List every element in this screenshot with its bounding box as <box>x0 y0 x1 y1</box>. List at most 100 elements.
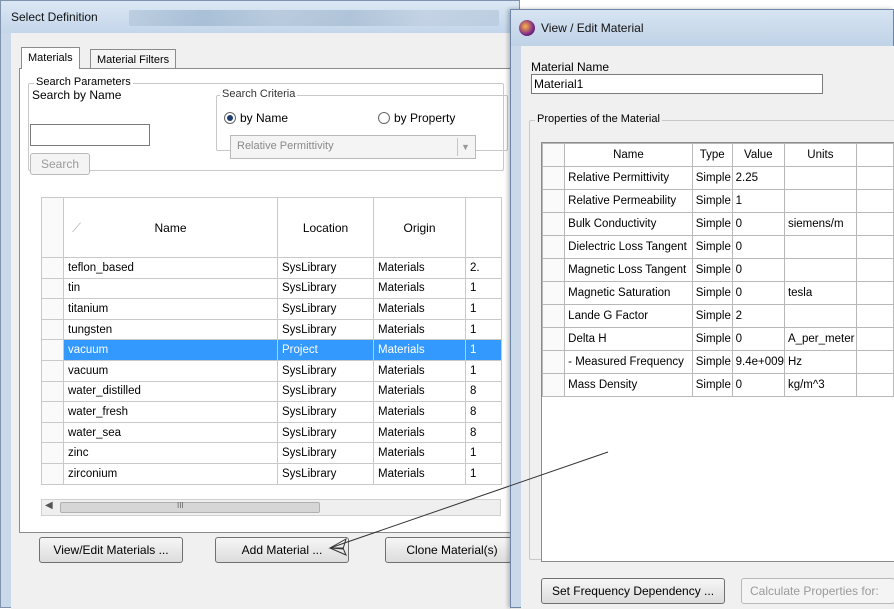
material-name-input[interactable] <box>531 74 823 94</box>
radio-by-name[interactable]: by Name <box>224 111 288 125</box>
row-header[interactable] <box>41 421 64 444</box>
column-origin-header[interactable]: Origin <box>373 197 466 258</box>
property-row[interactable]: Delta H Simple 0 A_per_meter <box>542 327 894 351</box>
row-header[interactable] <box>542 258 566 282</box>
row-header[interactable] <box>41 462 64 485</box>
select-definition-titlebar[interactable]: Select Definition <box>1 1 519 33</box>
table-row[interactable]: tin SysLibrary Materials 1 <box>41 277 502 300</box>
property-value[interactable]: 0 <box>731 373 785 397</box>
table-row[interactable]: water_fresh SysLibrary Materials 8 <box>41 401 502 423</box>
property-units[interactable]: tesla <box>783 281 857 305</box>
table-row[interactable]: water_distilled SysLibrary Materials 8 <box>41 380 502 403</box>
view-edit-materials-button[interactable]: View/Edit Materials ... <box>39 537 183 563</box>
row-header[interactable] <box>542 235 566 259</box>
property-value[interactable]: 0 <box>731 258 785 282</box>
row-header[interactable] <box>41 442 64 464</box>
table-row[interactable]: tungsten SysLibrary Materials 1 <box>41 318 502 341</box>
calculate-properties-button[interactable]: Calculate Properties for: <box>741 578 894 604</box>
search-button[interactable]: Search <box>30 153 90 175</box>
property-type[interactable]: Simple <box>691 281 733 305</box>
row-header[interactable] <box>41 257 64 279</box>
row-header[interactable] <box>542 212 566 236</box>
column-units-header[interactable]: Units <box>783 143 857 167</box>
property-row[interactable]: Mass Density Simple 0 kg/m^3 <box>542 373 894 397</box>
row-header[interactable] <box>542 373 566 397</box>
property-type[interactable]: Simple <box>691 350 733 374</box>
property-value[interactable]: 2 <box>731 304 785 328</box>
property-type[interactable]: Simple <box>691 304 733 328</box>
cell-name: vacuum <box>63 359 278 382</box>
row-header[interactable] <box>41 359 64 382</box>
cell-location: SysLibrary <box>277 421 374 444</box>
set-frequency-dependency-button[interactable]: Set Frequency Dependency ... <box>541 578 725 604</box>
row-header[interactable] <box>542 166 566 190</box>
table-row[interactable]: vacuum SysLibrary Materials 1 <box>41 359 502 382</box>
property-units[interactable] <box>783 304 857 328</box>
property-type[interactable]: Simple <box>691 189 733 213</box>
column-type-header[interactable]: Type <box>691 143 733 167</box>
row-header[interactable] <box>542 189 566 213</box>
property-value[interactable]: 0 <box>731 235 785 259</box>
table-row-selected[interactable]: vacuum Project Materials 1 <box>41 339 502 361</box>
property-type[interactable]: Simple <box>691 373 733 397</box>
scrollbar-thumb[interactable]: III <box>60 501 320 513</box>
clone-materials-button[interactable]: Clone Material(s) <box>385 537 519 563</box>
row-header[interactable] <box>41 401 64 423</box>
search-by-name-input[interactable] <box>30 124 150 146</box>
column-location-header[interactable]: Location <box>277 197 374 258</box>
property-row[interactable]: Relative Permeability Simple 1 <box>542 189 894 213</box>
property-units[interactable] <box>783 235 857 259</box>
property-type[interactable]: Simple <box>691 258 733 282</box>
column-name-header[interactable]: Name <box>564 143 693 167</box>
table-row[interactable]: teflon_based SysLibrary Materials 2. <box>41 257 502 279</box>
property-row[interactable]: Magnetic Saturation Simple 0 tesla <box>542 281 894 305</box>
row-header[interactable] <box>41 380 64 403</box>
add-material-button[interactable]: Add Material ... <box>215 537 349 563</box>
row-header[interactable] <box>542 327 566 351</box>
radio-by-property[interactable]: by Property <box>378 111 455 125</box>
property-type[interactable]: Simple <box>691 166 733 190</box>
property-row[interactable]: Magnetic Loss Tangent Simple 0 <box>542 258 894 282</box>
property-value[interactable]: 0 <box>731 281 785 305</box>
table-row[interactable]: water_sea SysLibrary Materials 8 <box>41 421 502 444</box>
property-type[interactable]: Simple <box>691 212 733 236</box>
property-select[interactable]: Relative Permittivity ▼ <box>230 135 476 159</box>
property-row[interactable]: Lande G Factor Simple 2 <box>542 304 894 328</box>
tab-materials[interactable]: Materials <box>21 47 80 69</box>
property-units[interactable]: kg/m^3 <box>783 373 857 397</box>
property-type[interactable]: Simple <box>691 235 733 259</box>
table-row[interactable]: zinc SysLibrary Materials 1 <box>41 442 502 464</box>
row-header[interactable] <box>542 281 566 305</box>
property-row[interactable]: - Measured Frequency Simple 9.4e+009 Hz <box>542 350 894 374</box>
property-units[interactable] <box>783 166 857 190</box>
property-units[interactable]: siemens/m <box>783 212 857 236</box>
scroll-left-arrow-icon[interactable]: ◀ <box>45 500 53 511</box>
property-value[interactable]: 1 <box>731 189 785 213</box>
property-row[interactable]: Bulk Conductivity Simple 0 siemens/m <box>542 212 894 236</box>
property-value[interactable]: 0 <box>731 327 785 351</box>
property-row[interactable]: Relative Permittivity Simple 2.25 <box>542 166 894 190</box>
property-units[interactable] <box>783 189 857 213</box>
property-units[interactable]: Hz <box>783 350 857 374</box>
property-type[interactable]: Simple <box>691 327 733 351</box>
column-name-header[interactable]: ⟋ Name <box>63 197 278 258</box>
column-value-header[interactable]: Value <box>731 143 785 167</box>
property-value[interactable]: 2.25 <box>731 166 785 190</box>
property-value[interactable]: 0 <box>731 212 785 236</box>
property-value[interactable]: 9.4e+009 <box>731 350 785 374</box>
view-edit-titlebar[interactable]: View / Edit Material <box>511 10 893 46</box>
row-header[interactable] <box>41 298 64 320</box>
row-header[interactable] <box>41 339 64 361</box>
tab-material-filters[interactable]: Material Filters <box>90 49 177 69</box>
row-header[interactable] <box>41 277 64 300</box>
row-header[interactable] <box>542 350 566 374</box>
table-row[interactable]: titanium SysLibrary Materials 1 <box>41 298 502 320</box>
row-header[interactable] <box>41 318 64 341</box>
table-row[interactable]: zirconium SysLibrary Materials 1 <box>41 462 502 485</box>
row-header[interactable] <box>542 304 566 328</box>
property-units[interactable]: A_per_meter <box>783 327 857 351</box>
property-row[interactable]: Dielectric Loss Tangent Simple 0 <box>542 235 894 259</box>
column-extra-header[interactable] <box>465 197 502 258</box>
horizontal-scrollbar[interactable]: ◀ III <box>41 499 501 516</box>
property-units[interactable] <box>783 258 857 282</box>
